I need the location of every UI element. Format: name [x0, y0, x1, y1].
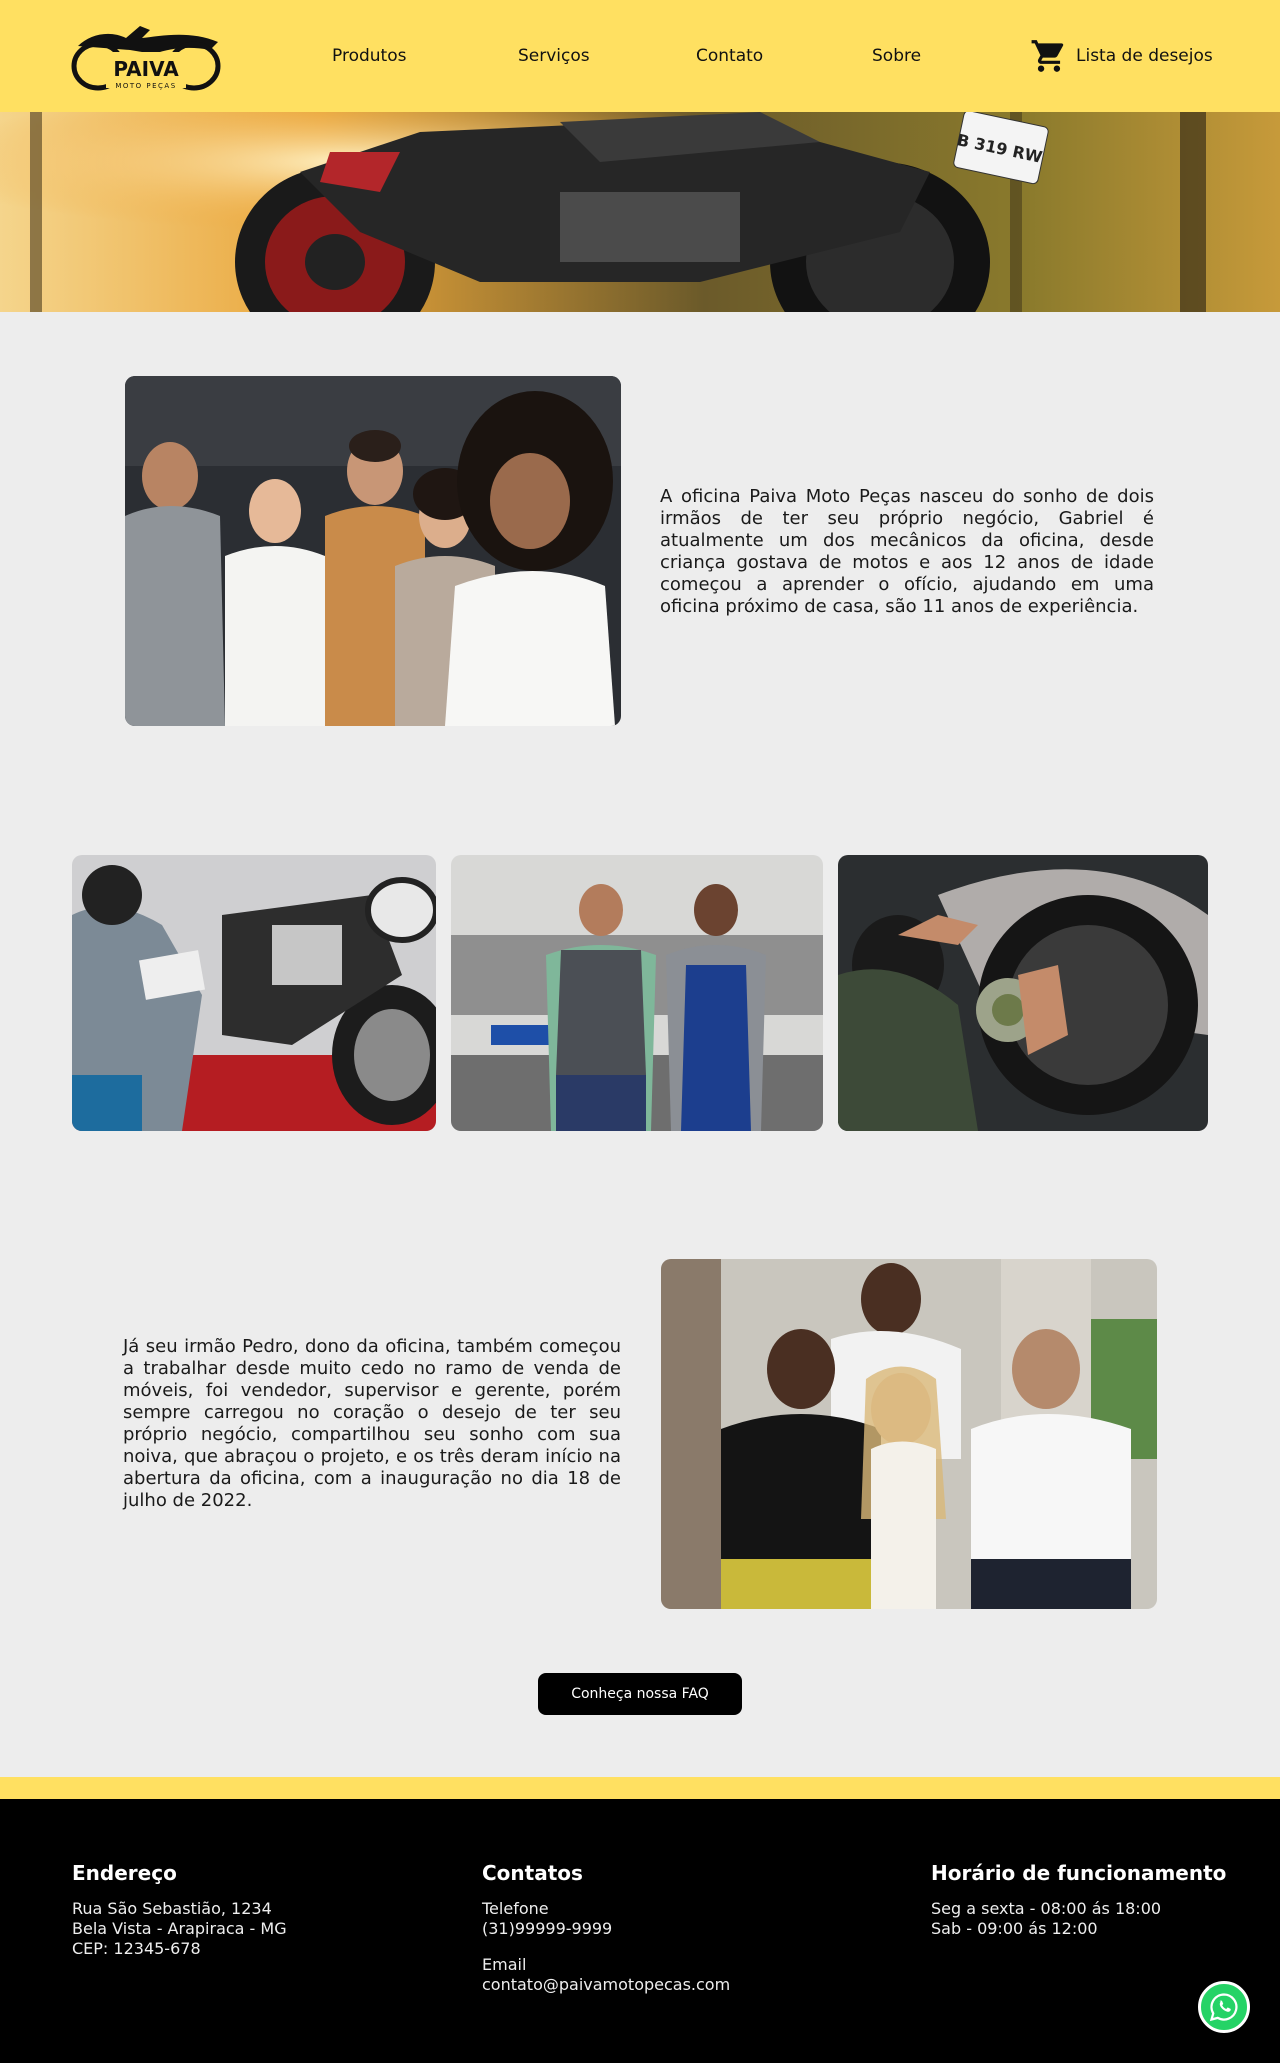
gallery-photo-wheel-repair [838, 855, 1208, 1131]
hours-saturday: Sab - 09:00 ás 12:00 [931, 1919, 1098, 1938]
address-line-1: Rua São Sebastião, 1234 [72, 1899, 272, 1918]
nav-sobre[interactable]: Sobre [872, 46, 921, 66]
gallery-photo-mechanic-motorcycle [72, 855, 436, 1131]
whatsapp-icon [1209, 1993, 1238, 2022]
team-photo [125, 376, 621, 726]
motorcycle-photo: B 319 RW [0, 112, 1280, 312]
footer-hours-title: Horário de funcionamento [931, 1861, 1227, 1885]
nav-produtos[interactable]: Produtos [332, 46, 406, 66]
brand-name: PAIVA [113, 57, 179, 81]
email-label: Email [482, 1955, 527, 1974]
footer-address-title: Endereço [72, 1861, 177, 1885]
brand-tagline: MOTO PEÇAS [115, 82, 176, 90]
phone-number[interactable]: (31)99999-9999 [482, 1919, 730, 1939]
whatsapp-button[interactable] [1198, 1981, 1250, 2033]
email-address[interactable]: contato@paivamotopecas.com [482, 1975, 730, 1995]
address-line-3: CEP: 12345-678 [72, 1939, 201, 1958]
nav-servicos[interactable]: Serviços [518, 46, 590, 66]
brand-logo[interactable]: PAIVA MOTO PEÇAS [70, 16, 222, 94]
wishlist-link[interactable]: Lista de desejos [1030, 36, 1213, 76]
hero-banner: B 319 RW [0, 112, 1280, 312]
site-footer: Endereço Rua São Sebastião, 1234 Bela Vi… [0, 1799, 1280, 2063]
friends-photo [661, 1259, 1157, 1609]
cart-icon [1031, 40, 1064, 72]
faq-button[interactable]: Conheça nossa FAQ [538, 1673, 742, 1715]
footer-address: Endereço Rua São Sebastião, 1234 Bela Vi… [72, 1861, 287, 1959]
footer-accent-stripe [0, 1777, 1280, 1799]
footer-contacts: Contatos Telefone (31)99999-9999 Email c… [482, 1861, 730, 1995]
footer-hours: Horário de funcionamento Seg a sexta - 0… [931, 1861, 1226, 1939]
nav-contato[interactable]: Contato [696, 46, 763, 66]
gallery-photo-two-mechanics [451, 855, 823, 1131]
wishlist-label: Lista de desejos [1076, 46, 1213, 66]
hours-weekdays: Seg a sexta - 08:00 ás 18:00 [931, 1899, 1162, 1918]
phone-label: Telefone [482, 1899, 549, 1918]
address-line-2: Bela Vista - Arapiraca - MG [72, 1919, 287, 1938]
footer-contacts-title: Contatos [482, 1861, 583, 1885]
about-paragraph-pedro: Já seu irmão Pedro, dono da oficina, tam… [123, 1336, 621, 1511]
about-paragraph-gabriel: A oficina Paiva Moto Peças nasceu do son… [660, 486, 1154, 617]
site-header: PAIVA MOTO PEÇAS Produtos Serviços Conta… [0, 0, 1280, 112]
motorcycle-logo-icon: PAIVA MOTO PEÇAS [71, 26, 221, 91]
